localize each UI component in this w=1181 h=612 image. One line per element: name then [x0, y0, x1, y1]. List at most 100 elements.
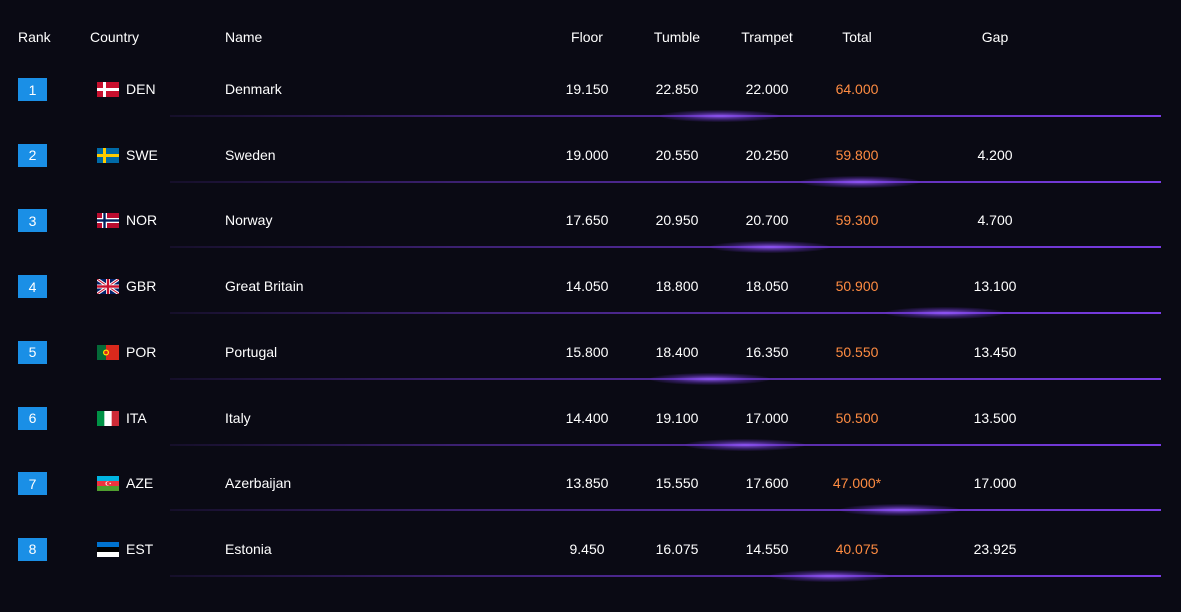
- total-score: 50.900: [835, 278, 879, 295]
- country-name: Azerbaijan: [225, 475, 292, 492]
- row-separator: [170, 180, 1161, 183]
- separator-glow: [710, 241, 830, 254]
- header-total: Total: [842, 29, 872, 45]
- rank-badge: 6: [18, 406, 47, 430]
- tumble-score: 18.400: [655, 343, 699, 360]
- gap-value: 17.000: [973, 475, 1017, 492]
- rank-badge: 5: [18, 340, 47, 364]
- floor-score: 14.400: [565, 409, 609, 426]
- country-name: Sweden: [225, 146, 276, 163]
- great-britain-flag-icon: [97, 279, 119, 295]
- country-code: EST: [126, 540, 154, 557]
- separator-glow: [660, 110, 780, 122]
- table-row-gbr: 4 GBR Great Britain 14.050 18.800 18.050…: [0, 261, 1181, 327]
- norway-flag-icon: [97, 213, 119, 229]
- gap-value: 23.925: [973, 540, 1017, 557]
- trampet-score: 20.250: [745, 146, 789, 163]
- rank-badge: 2: [18, 143, 47, 167]
- total-score: 64.000: [835, 81, 879, 97]
- row-separator: [170, 574, 1161, 577]
- floor-score: 19.000: [565, 146, 609, 163]
- country-code: AZE: [126, 475, 154, 492]
- header-gap: Gap: [981, 29, 1009, 45]
- trampet-score: 18.050: [745, 278, 789, 295]
- floor-score: 15.800: [565, 343, 609, 360]
- separator-glow: [800, 175, 920, 188]
- country-name: Denmark: [225, 81, 282, 97]
- country-name: Norway: [225, 212, 273, 229]
- header-tumble: Tumble: [653, 29, 701, 45]
- table-row-est: 8 EST Estonia 9.450 16.075 14.550 40.075…: [0, 524, 1181, 590]
- floor-score: 14.050: [565, 278, 609, 295]
- gap-value: 13.450: [973, 343, 1017, 360]
- total-score: 50.500: [835, 409, 879, 426]
- estonia-flag-icon: [97, 541, 119, 557]
- header-trampet: Trampet: [741, 29, 793, 45]
- trampet-score: 17.600: [745, 475, 789, 492]
- italy-flag-icon: [97, 410, 119, 426]
- floor-score: 13.850: [565, 475, 609, 492]
- trampet-score: 22.000: [745, 81, 789, 97]
- portugal-flag-icon: [97, 344, 119, 360]
- gap-value: 4.700: [977, 212, 1013, 229]
- table-row-por: 5 POR Portugal 15.800 18.400 16.350 50.5…: [0, 327, 1181, 393]
- row-separator: [170, 443, 1161, 446]
- separator-glow: [650, 372, 770, 385]
- table-row-nor: 3 NOR Norway 17.650 20.950 20.700 59.300…: [0, 195, 1181, 261]
- table-row-swe: 2 SWE Sweden 19.000 20.550 20.250 59.800…: [0, 130, 1181, 196]
- tumble-score: 18.800: [655, 278, 699, 295]
- country-code: NOR: [126, 212, 158, 229]
- total-score: 47.000*: [832, 475, 882, 492]
- tumble-score: 19.100: [655, 409, 699, 426]
- total-score: 50.550: [835, 343, 879, 360]
- trampet-score: 17.000: [745, 409, 789, 426]
- floor-score: 9.450: [569, 540, 605, 557]
- country-code: ITA: [126, 409, 147, 426]
- denmark-flag-icon: [97, 82, 119, 97]
- tumble-score: 15.550: [655, 475, 699, 492]
- header-country: Country: [90, 29, 140, 45]
- rank-badge: 4: [18, 275, 47, 299]
- total-score: 40.075: [835, 540, 879, 557]
- separator-glow: [770, 569, 890, 582]
- tumble-score: 16.075: [655, 540, 699, 557]
- rank-badge: 7: [18, 472, 47, 496]
- header-name: Name: [225, 29, 263, 45]
- country-code: POR: [126, 343, 157, 360]
- header-floor: Floor: [571, 29, 603, 45]
- trampet-score: 16.350: [745, 343, 789, 360]
- gap-value: 4.200: [977, 146, 1013, 163]
- row-separator: [170, 312, 1161, 315]
- country-code: GBR: [126, 278, 157, 295]
- rank-badge: 3: [18, 209, 47, 233]
- total-score: 59.300: [835, 212, 879, 229]
- floor-score: 17.650: [565, 212, 609, 229]
- row-separator: [170, 246, 1161, 249]
- gap-value: 13.100: [973, 278, 1017, 295]
- table-row-aze: 7 AZE Azerbaijan 13.850 15.550 17.600 47…: [0, 458, 1181, 524]
- sweden-flag-icon: [97, 147, 119, 163]
- separator-glow: [885, 307, 1005, 320]
- country-name: Estonia: [225, 540, 272, 557]
- separator-glow: [840, 504, 960, 517]
- total-score: 59.800: [835, 146, 879, 163]
- floor-score: 19.150: [565, 81, 609, 97]
- separator-glow: [685, 438, 805, 451]
- tumble-score: 20.550: [655, 146, 699, 163]
- table-row-den: 1 DEN Denmark 19.150 22.850 22.000 64.00…: [0, 64, 1181, 130]
- tumble-score: 22.850: [655, 81, 699, 97]
- rank-badge: 8: [18, 537, 47, 561]
- gap-value: 13.500: [973, 409, 1017, 426]
- row-separator: [170, 509, 1161, 512]
- azerbaijan-flag-icon: [97, 476, 119, 492]
- trampet-score: 14.550: [745, 540, 789, 557]
- country-name: Italy: [225, 409, 251, 426]
- rank-badge: 1: [18, 78, 47, 101]
- header-rank: Rank: [18, 29, 51, 45]
- country-code: DEN: [126, 81, 156, 97]
- country-name: Portugal: [225, 343, 278, 360]
- tumble-score: 20.950: [655, 212, 699, 229]
- trampet-score: 20.700: [745, 212, 789, 229]
- country-code: SWE: [126, 146, 158, 163]
- table-row-ita: 6 ITA Italy 14.400 19.100 17.000 50.500 …: [0, 393, 1181, 459]
